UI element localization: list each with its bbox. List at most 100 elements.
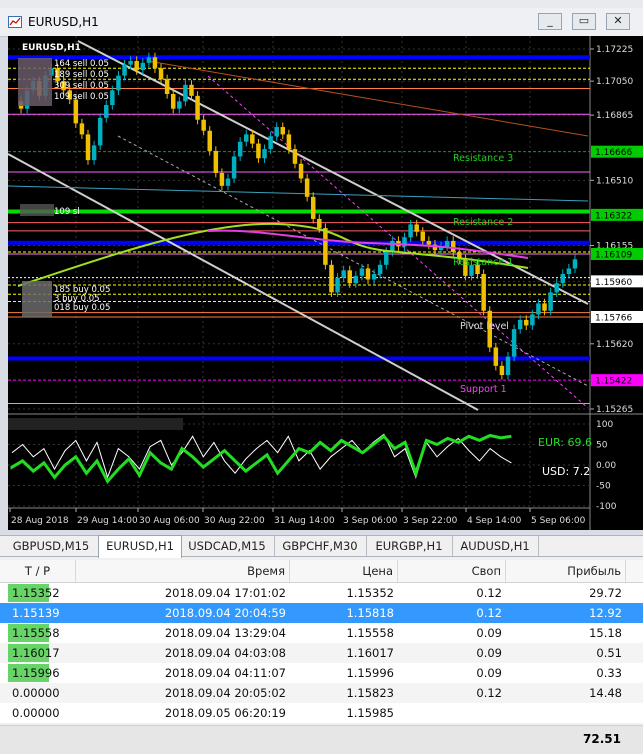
candle-body — [426, 240, 432, 245]
tab-eurusd[interactable]: EURUSD,H1 — [98, 535, 182, 558]
price-tag-label: 1.15960 — [595, 278, 632, 288]
table-row[interactable]: 0.00000 2018.09.05 06:20:19 1.15985 — [0, 703, 643, 723]
profit-cell: 0.33 — [596, 666, 622, 680]
candle-body — [298, 163, 304, 179]
indicator-axis-label: 50 — [596, 441, 608, 451]
order-label: 109 sl — [54, 207, 80, 217]
candle-body — [116, 75, 121, 91]
table-row[interactable]: 1.16017 2018.09.04 04:03:08 1.16017 0.09 0.5… — [0, 643, 643, 663]
price-chart[interactable]: 1.172251.170501.168651.165101.161551.159… — [7, 36, 643, 530]
candle-body — [444, 240, 450, 247]
profit-cell — [506, 703, 626, 723]
tp-cell: 1.15352 — [12, 586, 60, 600]
tab-gbpusd[interactable]: GBPUSD,M15 — [4, 536, 99, 556]
candle-body — [158, 68, 164, 80]
price-cell: 1.15985 — [346, 706, 394, 720]
table-row[interactable]: 1.15139 2018.09.04 20:04:59 1.15818 0.12 12.… — [0, 603, 643, 623]
candle-body — [237, 141, 243, 157]
candle-body — [85, 134, 91, 161]
candle-body — [201, 119, 206, 131]
candle-body — [110, 90, 115, 106]
header-swap[interactable]: Своп — [398, 560, 506, 582]
hidden-label-block — [22, 281, 52, 317]
candle-body — [554, 283, 559, 293]
candle-body — [213, 150, 219, 173]
table-row[interactable]: 1.15558 2018.09.04 13:29:04 1.15558 0.09 15.… — [0, 623, 643, 643]
price-tag-label: 1.16322 — [595, 211, 632, 221]
swap-cell: 0.12 — [476, 686, 502, 700]
indicator-label-block — [8, 418, 183, 430]
candle-body — [420, 231, 426, 241]
tp-cell: 1.15558 — [12, 626, 60, 640]
hidden-label-block — [20, 204, 54, 216]
tp-cell: 0.00000 — [12, 706, 60, 720]
level-label: Pivot level — [460, 321, 509, 332]
time-tick-label: 3 Sep 22:00 — [403, 516, 458, 526]
trend-line-dashed — [117, 135, 589, 387]
time-tick-label: 30 Aug 06:00 — [139, 516, 200, 526]
time-tick-label: 31 Aug 14:00 — [274, 516, 335, 526]
maximize-button[interactable]: ▭ — [572, 13, 596, 30]
tp-cell: 1.15139 — [12, 606, 60, 620]
candle-body — [450, 240, 456, 252]
window-title: EURUSD,H1 — [28, 15, 99, 29]
header-time[interactable]: Время — [76, 560, 290, 582]
window-titlebar[interactable]: EURUSD,H1 _ ▭ ✕ — [0, 8, 643, 37]
candle-body — [323, 228, 328, 265]
table-row[interactable]: 1.15996 2018.09.04 04:11:07 1.15996 0.09 0.3… — [0, 663, 643, 683]
indicator-axis-label: -100 — [596, 502, 617, 512]
candle-body — [256, 143, 261, 159]
candle-body — [517, 319, 523, 330]
candle-body — [530, 314, 535, 326]
header-profit[interactable]: Прибыль — [506, 560, 626, 582]
order-label: 309 sell 0.05 — [54, 81, 109, 91]
candle-body — [280, 127, 286, 135]
minimize-button[interactable]: _ — [538, 13, 562, 30]
usd-label: USD: 7.2 — [542, 465, 590, 478]
candle-body — [189, 84, 194, 96]
order-label: 109 sell 0.05 — [54, 92, 109, 102]
candle-body — [177, 101, 182, 109]
price-cell: 1.16017 — [346, 646, 394, 660]
swap-cell: 0.09 — [476, 626, 502, 640]
hidden-label-block — [18, 58, 52, 106]
tab-gbpchf[interactable]: GBPCHF,M30 — [274, 536, 367, 556]
profit-cell: 15.18 — [589, 626, 622, 640]
swap-cell: 0.12 — [476, 606, 502, 620]
level-label: Resistance 3 — [453, 153, 513, 164]
tab-usdcad[interactable]: USDCAD,M15 — [180, 536, 275, 556]
close-button[interactable]: ✕ — [606, 13, 630, 30]
candle-body — [231, 156, 237, 179]
chart-window: EURUSD,H1 _ ▭ ✕ 1.17225 1.17050 1.16865 1.1… — [0, 0, 643, 535]
price-cell: 1.15818 — [346, 606, 394, 620]
candle-body — [341, 270, 346, 278]
header-price[interactable]: Цена — [290, 560, 398, 582]
table-row[interactable]: 1.15352 2018.09.04 17:01:02 1.15352 0.12 29.… — [0, 583, 643, 603]
candle-body — [292, 149, 298, 164]
price-tick-label: 1.17050 — [596, 77, 633, 87]
time-cell: 2018.09.04 04:11:07 — [164, 666, 286, 680]
candle-body — [274, 127, 279, 137]
tp-cell: 1.16017 — [12, 646, 60, 660]
candle-body — [317, 218, 322, 229]
level-label: Resistance 1 — [453, 257, 513, 268]
candle-body — [499, 365, 505, 376]
eur-strength-line — [10, 433, 512, 485]
table-row[interactable]: 0.00000 2018.09.04 20:05:02 1.15823 0.12 14.… — [0, 683, 643, 703]
chart-symbol-label: EURUSD,H1 — [22, 43, 81, 53]
candle-body — [104, 105, 109, 118]
indicator-axis-label: 100 — [596, 420, 613, 430]
candle-body — [560, 274, 566, 284]
chart-canvas[interactable]: 1.172251.170501.168651.165101.161551.159… — [7, 36, 643, 530]
candle-body — [365, 268, 371, 280]
candle-body — [79, 123, 85, 135]
price-cell: 1.15823 — [346, 686, 394, 700]
candle-body — [73, 99, 79, 124]
tab-eurgbp[interactable]: EURGBP,H1 — [366, 536, 453, 556]
candle-body — [152, 57, 158, 69]
candle-body — [164, 79, 170, 94]
tab-audusd[interactable]: AUDUSD,H1 — [452, 536, 539, 556]
candle-body — [481, 274, 486, 311]
time-cell: 2018.09.04 17:01:02 — [164, 586, 286, 600]
header-tp[interactable]: T / P — [0, 560, 76, 582]
